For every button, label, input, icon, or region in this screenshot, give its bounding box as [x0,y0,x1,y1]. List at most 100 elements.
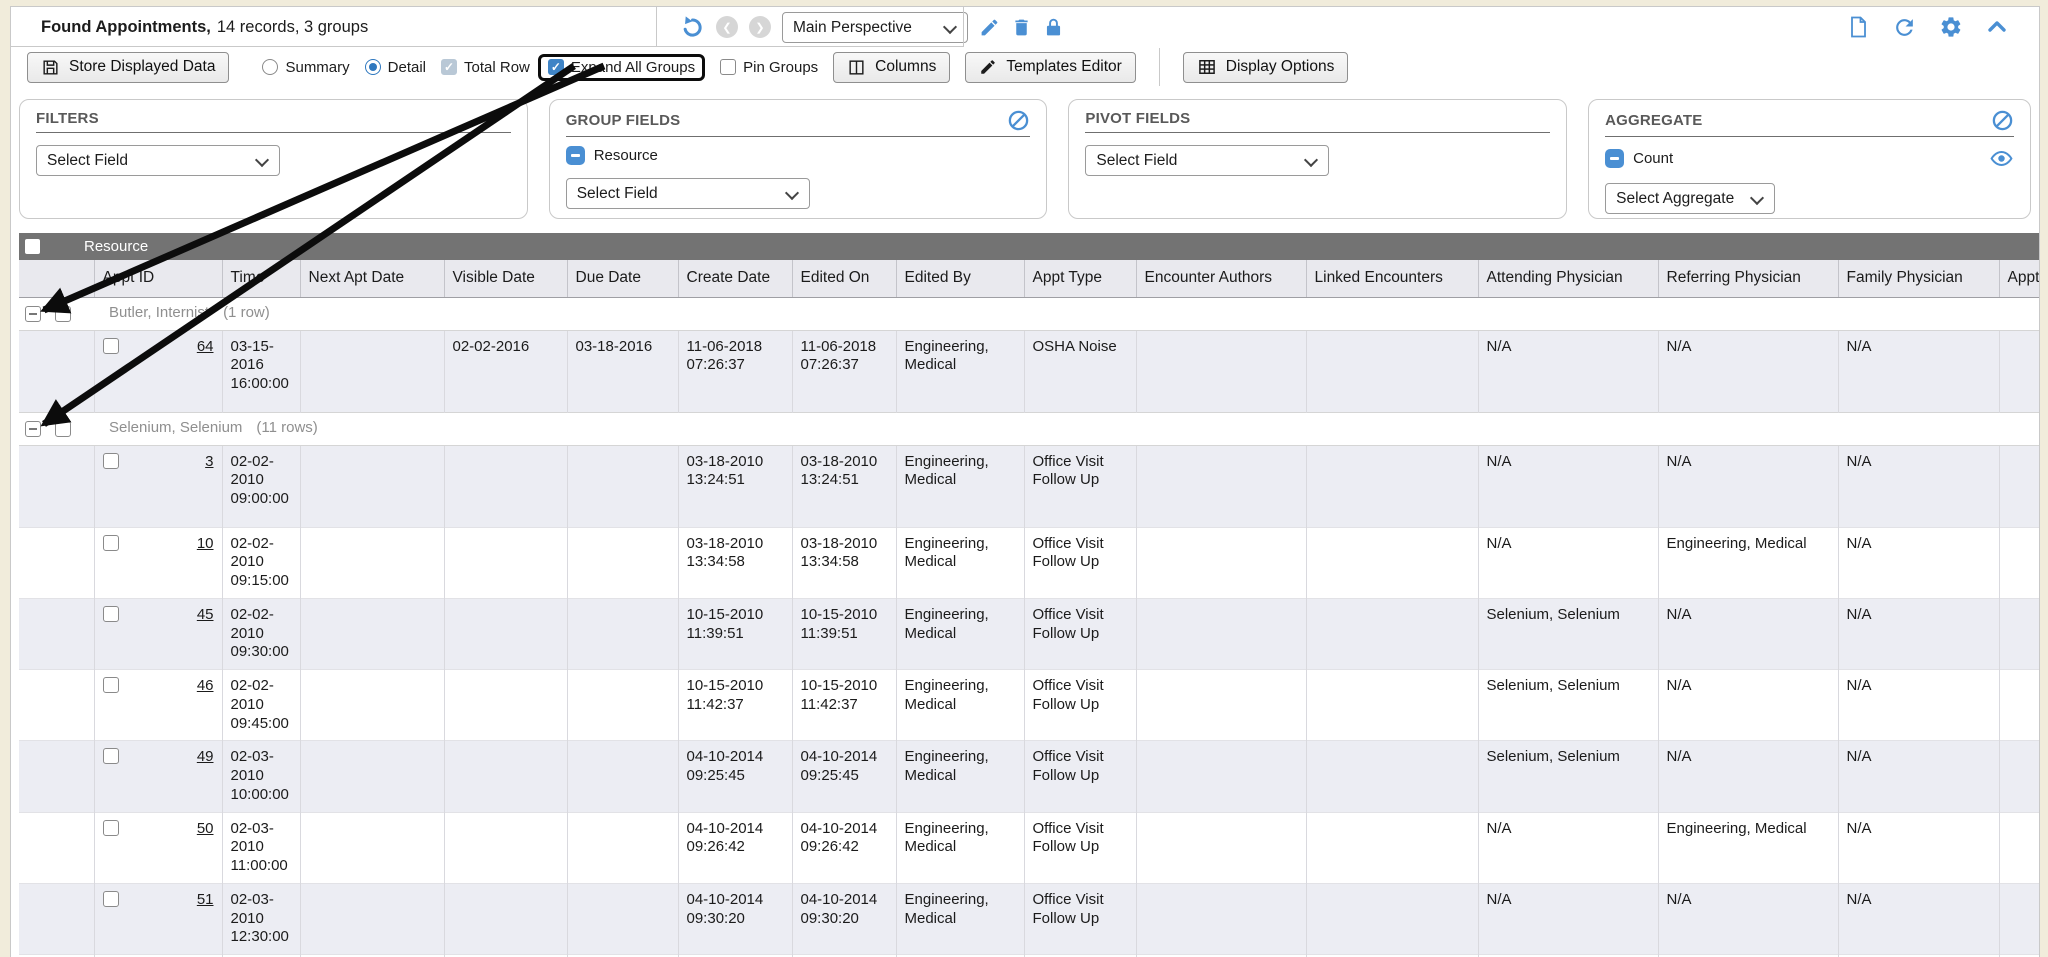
row-select-checkbox[interactable] [103,891,119,907]
cell-visible-date [444,883,567,954]
column-header-linked-encounters[interactable]: Linked Encounters [1306,260,1478,297]
row-select-checkbox[interactable] [103,748,119,764]
refresh-icon[interactable] [1892,15,1917,40]
cell-edited-by: Engineering, Medical [896,812,1024,883]
group-fields-panel: GROUP FIELDS Resource Select Field [549,99,1048,219]
group-select-checkbox[interactable] [55,306,71,322]
appt-id-link[interactable]: 64 [197,338,214,357]
cell-appt-re [1999,598,2040,669]
expand-all-groups-checkbox-box[interactable] [548,59,564,75]
column-header-attending-physician[interactable]: Attending Physician [1478,260,1658,297]
perspective-select[interactable]: Main Perspective [782,12,968,43]
column-header-family-physician[interactable]: Family Physician [1838,260,1999,297]
appt-id-link[interactable]: 10 [197,535,214,554]
total-row-checkbox[interactable]: Total Row [441,59,530,76]
group-expand-toggle[interactable] [25,306,41,322]
remove-aggregate-icon[interactable] [1605,149,1624,168]
clear-aggregate-icon[interactable] [1991,109,2014,132]
summary-radio[interactable]: Summary [262,59,349,76]
cell-appt-type: Office Visit Follow Up [1024,670,1136,741]
appt-id-link[interactable]: 3 [205,453,213,472]
appt-id-link[interactable]: 51 [197,891,214,910]
detail-radio[interactable]: Detail [365,59,426,76]
app-window: Found Appointments, 14 records, 3 groups… [10,6,2040,957]
collapse-panel-icon[interactable] [1985,15,2009,39]
table-row: 5102-03-2010 12:30:0004-10-2014 09:30:20… [19,883,2040,954]
column-header-next-apt-date[interactable]: Next Apt Date [300,260,444,297]
column-header-edited-by[interactable]: Edited By [896,260,1024,297]
appt-id-link[interactable]: 46 [197,677,214,696]
column-header-create-date[interactable]: Create Date [678,260,792,297]
column-header-visible-date[interactable]: Visible Date [444,260,567,297]
row-select-checkbox[interactable] [103,338,119,354]
cell-visible-date [444,670,567,741]
detail-radio-circle[interactable] [365,59,381,75]
expand-all-groups-checkbox[interactable]: Expand All Groups [538,54,705,81]
group-row-count: (1 row) [223,304,270,323]
column-header-edited-on[interactable]: Edited On [792,260,896,297]
filters-field-select[interactable]: Select Field [36,145,280,176]
column-header-encounter-authors[interactable]: Encounter Authors [1136,260,1306,297]
appt-id-link[interactable]: 50 [197,820,214,839]
cell-edited-by: Engineering, Medical [896,741,1024,812]
cell-next-apt-date [300,527,444,598]
row-select-checkbox[interactable] [103,535,119,551]
gear-icon[interactable] [1939,15,1963,39]
group-row-count: (11 rows) [256,419,317,438]
cell-appt-id: 64 [94,330,222,412]
total-row-label: Total Row [464,59,530,76]
cell-attending-physician: N/A [1478,812,1658,883]
column-header-time[interactable]: Time [222,260,300,297]
pin-groups-checkbox-box[interactable] [720,59,736,75]
remove-group-field-icon[interactable] [566,146,585,165]
aggregate-select[interactable]: Select Aggregate [1605,183,1775,214]
cell-attending-physician: N/A [1478,445,1658,527]
group-field-select[interactable]: Select Field [566,178,810,209]
column-header-appt-id[interactable]: Appt ID [94,260,222,297]
appt-id-link[interactable]: 45 [197,606,214,625]
select-all-checkbox[interactable] [25,239,40,254]
column-header-select[interactable] [19,260,94,297]
row-select-checkbox[interactable] [103,677,119,693]
aggregate-chip-row: Count [1605,146,2014,171]
eye-icon[interactable] [1989,146,2014,171]
columns-button[interactable]: Columns [833,52,950,83]
undo-icon[interactable] [679,14,705,40]
previous-perspective-icon[interactable]: ❮ [716,16,738,38]
cell-spacer [19,527,94,598]
delete-perspective-icon[interactable] [1011,17,1032,38]
summary-radio-circle[interactable] [262,59,278,75]
templates-editor-button[interactable]: Templates Editor [965,52,1135,83]
total-row-checkbox-box[interactable] [441,59,457,75]
store-displayed-data-button[interactable]: Store Displayed Data [27,52,229,83]
top-bar: Found Appointments, 14 records, 3 groups… [11,7,2039,47]
pivot-field-select[interactable]: Select Field [1085,145,1329,176]
cell-due-date [567,527,678,598]
clear-group-fields-icon[interactable] [1007,109,1030,132]
table-row: 4602-02-2010 09:45:0010-15-2010 11:42:37… [19,670,2040,741]
pin-groups-checkbox[interactable]: Pin Groups [720,59,818,76]
appt-id-link[interactable]: 49 [197,748,214,767]
next-perspective-icon[interactable]: ❯ [749,16,771,38]
column-header-appt-type[interactable]: Appt Type [1024,260,1136,297]
cell-edited-on: 03-18-2010 13:24:51 [792,445,896,527]
cell-referring-physician: N/A [1658,741,1838,812]
new-page-icon[interactable] [1846,15,1870,39]
column-header-referring-physician[interactable]: Referring Physician [1658,260,1838,297]
row-select-checkbox[interactable] [103,606,119,622]
cell-referring-physician: N/A [1658,330,1838,412]
cell-appt-id: 10 [94,527,222,598]
group-expand-toggle[interactable] [25,421,41,437]
cell-next-apt-date [300,741,444,812]
column-header-due-date[interactable]: Due Date [567,260,678,297]
row-select-checkbox[interactable] [103,820,119,836]
page-title-main: Found Appointments, [41,18,211,37]
column-header-appt-re[interactable]: Appt Re [1999,260,2040,297]
cell-time: 02-03-2010 11:00:00 [222,812,300,883]
lock-perspective-icon[interactable] [1043,17,1064,38]
edit-perspective-icon[interactable] [979,17,1000,38]
group-select-checkbox[interactable] [55,421,71,437]
store-displayed-data-label: Store Displayed Data [69,58,215,76]
row-select-checkbox[interactable] [103,453,119,469]
display-options-button[interactable]: Display Options [1183,52,1349,83]
